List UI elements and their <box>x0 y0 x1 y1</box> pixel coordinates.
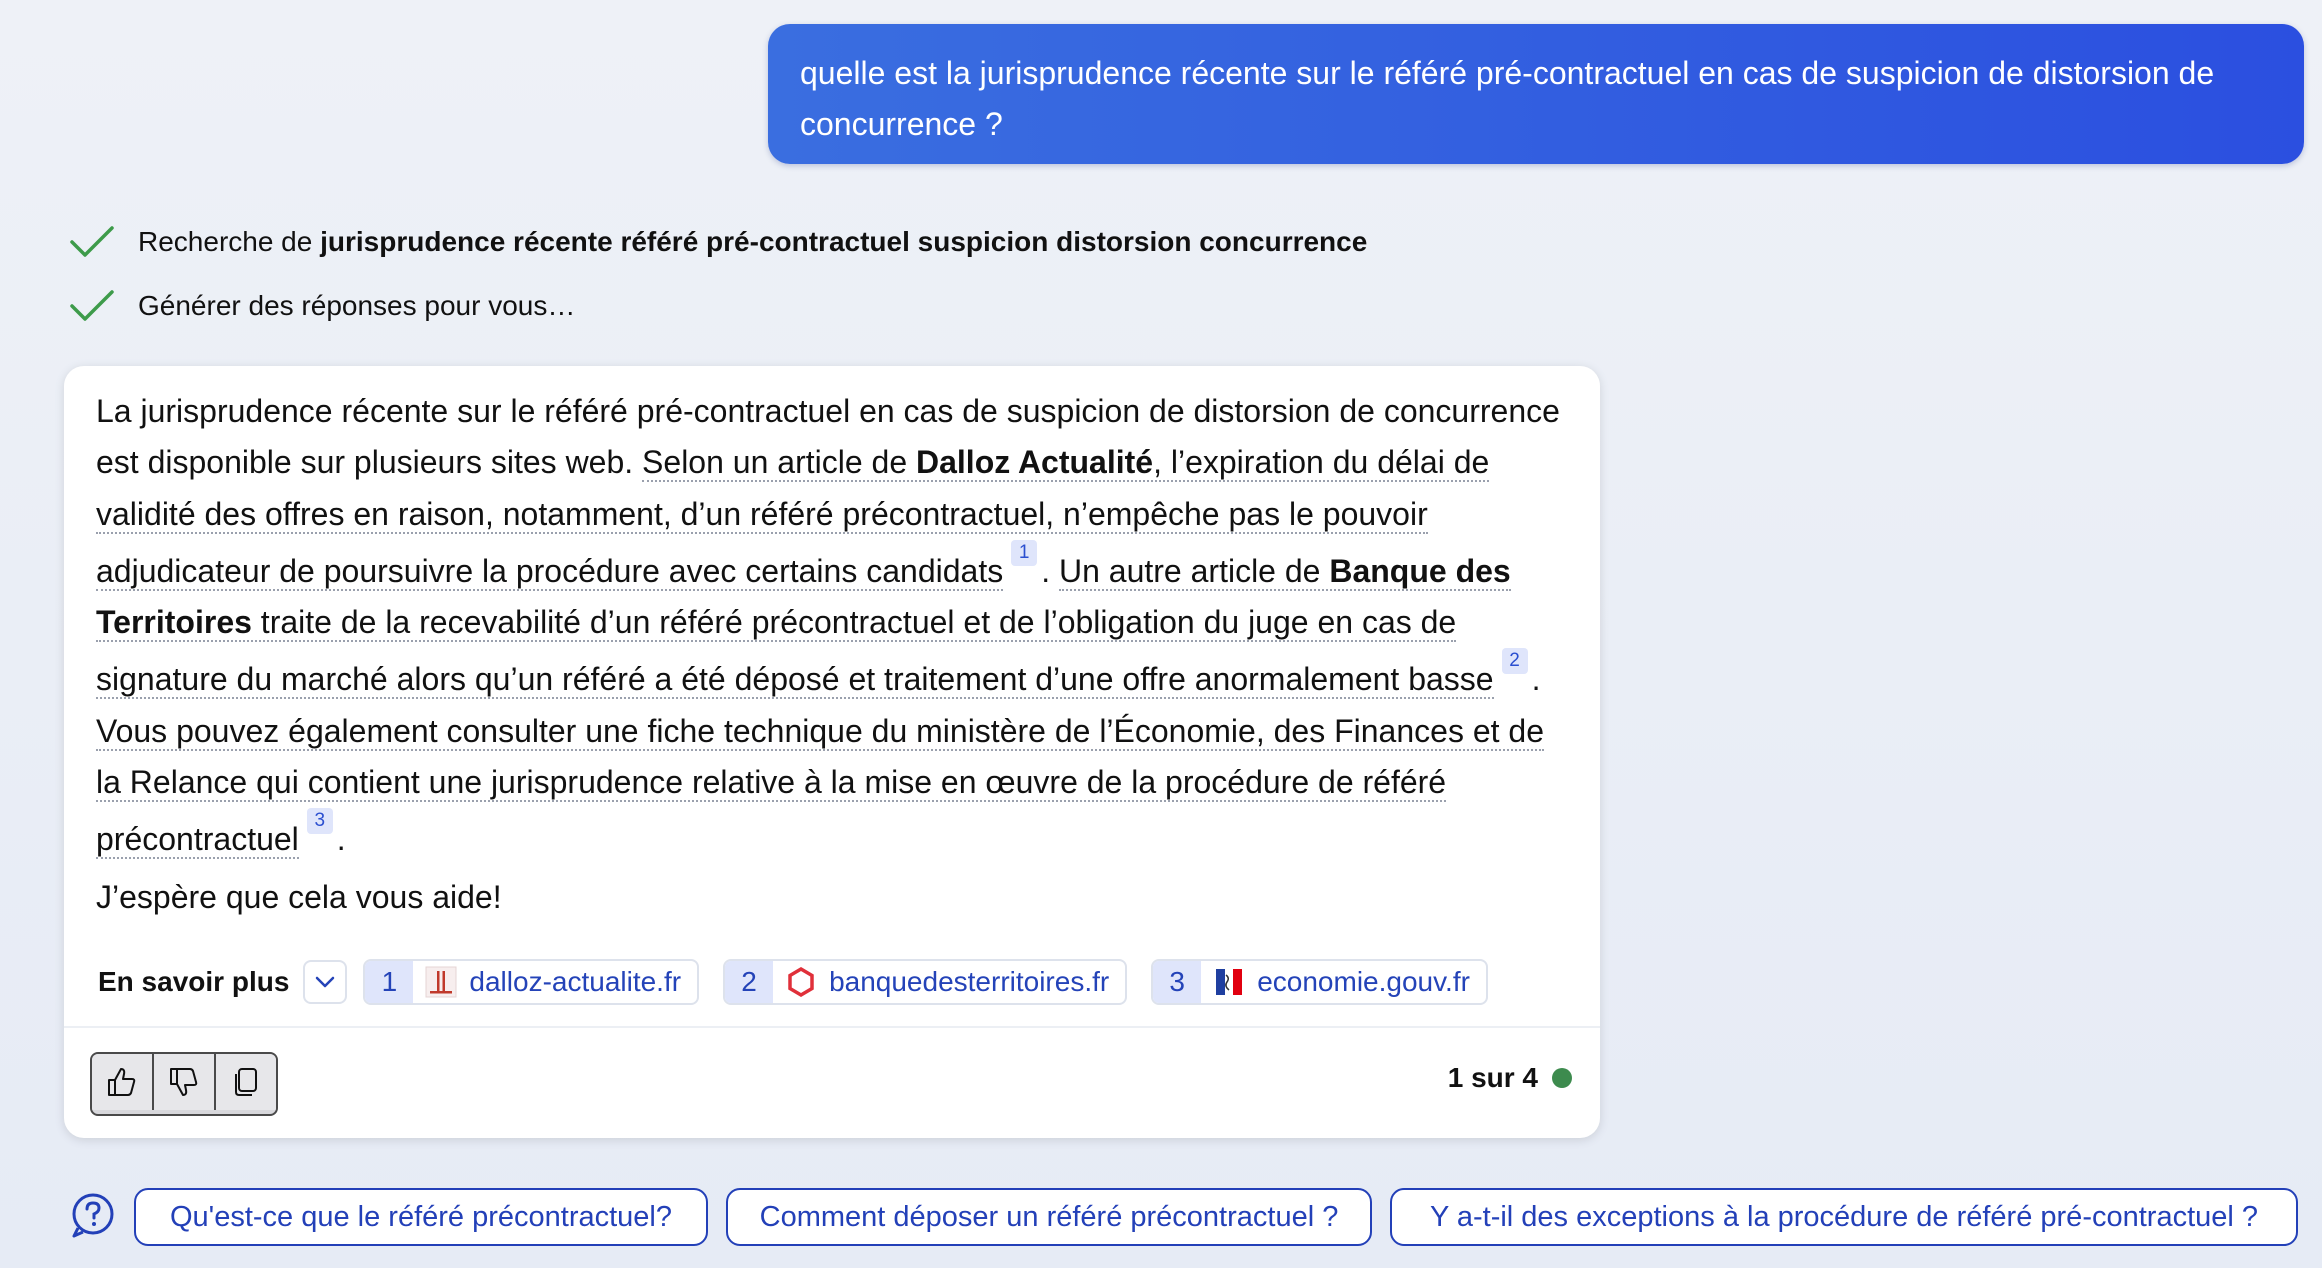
thumbs-up-icon <box>108 1068 136 1096</box>
answer-text-fragment: Selon un article de <box>642 444 916 481</box>
answer-sentence-3[interactable]: Vous pouvez également consulter une fich… <box>96 712 1544 860</box>
source-number: 2 <box>725 961 774 1003</box>
user-message-bubble: quelle est la jurisprudence récente sur … <box>768 24 2304 164</box>
marianne-favicon-icon <box>1216 969 1243 995</box>
copy-icon <box>235 1068 257 1096</box>
answer-punctuation: . <box>1531 661 1541 698</box>
copy-button[interactable] <box>216 1054 276 1110</box>
thumbs-down-icon <box>170 1068 198 1096</box>
suggestion-label: Qu'est-ce que le référé précontractuel? <box>169 1200 673 1233</box>
question-help-icon[interactable] <box>70 1192 116 1238</box>
status-search-row: Recherche de jurisprudence récente référ… <box>68 222 1367 262</box>
citation-2[interactable]: 2 <box>1501 648 1528 675</box>
checkmark-icon <box>70 290 114 321</box>
answer-card: La jurisprudence récente sur le référé p… <box>64 366 1600 1138</box>
banque-territoires-favicon-icon <box>788 966 814 998</box>
dalloz-favicon-icon <box>425 966 457 998</box>
learn-more-expand-button[interactable] <box>303 960 348 1004</box>
suggestion-button-3[interactable]: Y a-t-il des exceptions à la procédure d… <box>1390 1188 2298 1246</box>
status-dot <box>1552 1068 1572 1088</box>
answer-closing: J’espère que cela vous aide! <box>96 879 502 915</box>
source-link-banque-territoires[interactable]: 2 banquedesterritoires.fr <box>723 959 1128 1005</box>
source-domain: economie.gouv.fr <box>1257 966 1470 997</box>
suggestion-label: Y a-t-il des exceptions à la procédure d… <box>1429 1200 2259 1233</box>
suggestion-button-2[interactable]: Comment déposer un référé précontractuel… <box>726 1188 1372 1246</box>
learn-more-label: En savoir plus <box>98 966 290 997</box>
card-divider <box>64 1026 1600 1028</box>
source-domain: dalloz-actualite.fr <box>469 966 682 997</box>
citation-1[interactable]: 1 <box>1011 539 1038 566</box>
thumbs-up-button[interactable] <box>92 1054 154 1110</box>
chevron-down-icon <box>316 976 335 988</box>
suggestion-label: Comment déposer un référé précontractuel… <box>759 1200 1339 1233</box>
answer-punctuation: . <box>336 821 346 858</box>
source-domain: banquedesterritoires.fr <box>829 966 1110 997</box>
learn-more-row: En savoir plus 1 dalloz-actualite.fr 2 b… <box>98 958 1512 1006</box>
source-number: 1 <box>365 961 414 1003</box>
answer-text: La jurisprudence récente sur le référé p… <box>96 386 1576 866</box>
source-number: 3 <box>1153 961 1202 1003</box>
source-link-dalloz[interactable]: 1 dalloz-actualite.fr <box>363 959 700 1005</box>
answer-text-fragment: traite de la recevabilité d’un référé pr… <box>96 604 1494 698</box>
response-page-count: 1 sur 4 <box>1448 1062 1572 1094</box>
source-link-economie[interactable]: 3 economie.gouv.fr <box>1151 959 1488 1005</box>
status-search-query: jurisprudence récente référé pré-contrac… <box>320 226 1368 257</box>
answer-text-fragment: Un autre article de <box>1058 552 1330 589</box>
suggestion-button-1[interactable]: Qu'est-ce que le référé précontractuel? <box>134 1188 708 1246</box>
answer-punctuation: . <box>1041 552 1059 589</box>
answer-text-fragment: Vous pouvez également consulter une fich… <box>96 712 1544 858</box>
thumbs-down-button[interactable] <box>154 1054 216 1110</box>
citation-3[interactable]: 3 <box>306 808 333 835</box>
status-search-prefix: Recherche de <box>138 226 321 257</box>
checkmark-icon <box>70 226 114 257</box>
status-generating-row: Générer des réponses pour vous… <box>68 286 575 326</box>
user-message-text: quelle est la jurisprudence récente sur … <box>800 55 2215 142</box>
status-generating-text: Générer des réponses pour vous… <box>138 290 576 321</box>
source-name-dalloz: Dalloz Actualité <box>916 444 1154 481</box>
page-count-text: 1 sur 4 <box>1447 1062 1538 1093</box>
feedback-button-group <box>90 1052 278 1116</box>
